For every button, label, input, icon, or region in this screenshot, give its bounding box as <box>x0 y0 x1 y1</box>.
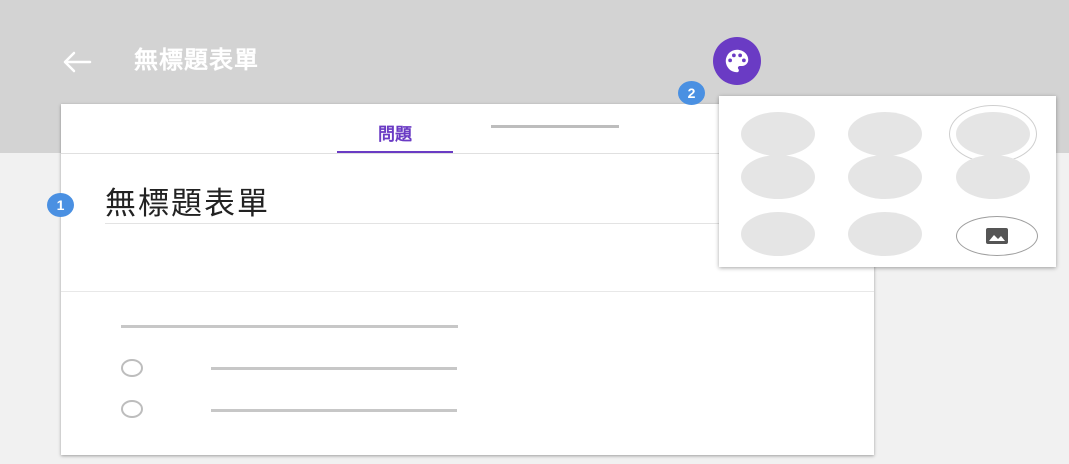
theme-popup <box>719 96 1056 267</box>
theme-swatch-4[interactable] <box>741 155 815 199</box>
step-badge-1: 1 <box>47 193 74 217</box>
theme-swatch-2[interactable] <box>848 112 922 156</box>
upload-image-button[interactable] <box>956 216 1038 256</box>
palette-button[interactable] <box>713 37 761 85</box>
theme-swatch-7[interactable] <box>741 212 815 256</box>
option-2-placeholder[interactable] <box>211 409 457 412</box>
tab-questions[interactable]: 問題 <box>337 120 453 154</box>
header-title: 無標題表單 <box>134 46 259 74</box>
image-icon <box>986 228 1008 244</box>
form-title[interactable]: 無標題表單 <box>105 178 270 223</box>
theme-swatch-3[interactable] <box>949 105 1037 163</box>
arrow-left-icon <box>63 51 92 73</box>
section-divider <box>61 291 874 292</box>
step-badge-2: 2 <box>678 81 705 105</box>
back-button[interactable] <box>56 42 98 82</box>
theme-swatch-8[interactable] <box>848 212 922 256</box>
theme-swatch-5[interactable] <box>848 155 922 199</box>
title-underline <box>105 223 745 224</box>
theme-swatch-6[interactable] <box>956 155 1030 199</box>
radio-option-1[interactable] <box>121 359 143 377</box>
radio-option-2[interactable] <box>121 400 143 418</box>
question-title-placeholder[interactable] <box>121 325 458 328</box>
tab-responses[interactable] <box>491 125 619 128</box>
palette-icon <box>725 49 749 73</box>
option-1-placeholder[interactable] <box>211 367 457 370</box>
theme-swatch-1[interactable] <box>741 112 815 156</box>
